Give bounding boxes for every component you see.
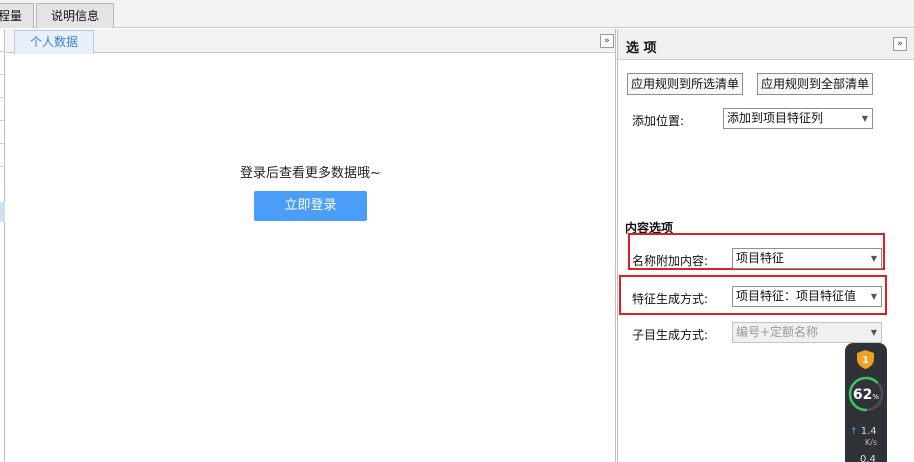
options-header: 选 项 » [618, 29, 914, 60]
shield-badge-count: 1 [862, 355, 869, 366]
gutter-row-line [0, 51, 5, 52]
gutter-selected-row[interactable] [0, 202, 5, 222]
chevron-down-icon: ▼ [870, 292, 877, 301]
speed-unit: K/s [865, 438, 878, 447]
tab-quantity[interactable]: 程量 [0, 3, 34, 28]
add-position-label: 添加位置: [632, 114, 685, 128]
options-title: 选 项 [626, 41, 657, 56]
chevron-down-icon: ▼ [870, 254, 877, 263]
name-append-value: 项目特征 [736, 251, 785, 265]
sub-gen-value: 编号+定额名称 [736, 325, 819, 339]
login-button[interactable]: 立即登录 [254, 191, 367, 221]
apply-rules-all-button[interactable]: 应用规则到全部清单 [757, 73, 873, 95]
name-append-label: 名称附加内容: [632, 254, 709, 268]
gutter-row-line [0, 97, 5, 98]
gauge-percent-value: 62 [852, 387, 873, 403]
feature-gen-select[interactable]: 项目特征：项目特征值 ▼ [732, 286, 882, 307]
add-position-value: 添加到项目特征列 [727, 111, 824, 125]
apply-rules-selected-button[interactable]: 应用规则到所选清单 [627, 73, 743, 95]
tab-personal-data[interactable]: 个人数据 [14, 30, 94, 54]
tab-description-info[interactable]: 说明信息 [36, 3, 114, 28]
chevron-down-icon: ▼ [870, 328, 877, 337]
upload-speed-value: 1.4 [860, 426, 877, 437]
arrow-up-icon: ↑ [850, 427, 858, 437]
name-append-select[interactable]: 项目特征 ▼ [732, 248, 882, 269]
sub-gen-label: 子目生成方式: [632, 328, 709, 342]
sub-gen-select: 编号+定额名称 ▼ [732, 322, 882, 343]
feature-gen-label: 特征生成方式: [632, 292, 709, 306]
feature-gen-value: 项目特征：项目特征值 [736, 289, 857, 303]
gutter-row-line [0, 120, 5, 121]
top-tab-strip: 程量 说明信息 [0, 0, 914, 28]
options-collapse-button[interactable]: » [893, 37, 907, 51]
personal-data-panel: 个人数据 » 登录后查看更多数据哦~ 立即登录 [6, 29, 616, 462]
left-gutter [0, 29, 5, 462]
gutter-row-line [0, 166, 5, 167]
gauge-percent: 62% [845, 387, 887, 403]
network-monitor-widget[interactable]: 1 62% ↑ 1.4 K/s 0.4 [845, 343, 887, 462]
download-speed: 0.4 [860, 454, 876, 462]
chevron-down-icon: ▼ [861, 114, 868, 123]
gutter-row-line [0, 143, 5, 144]
center-collapse-button[interactable]: » [600, 34, 614, 48]
gutter-row-line [0, 74, 5, 75]
upload-speed: ↑ 1.4 [850, 426, 877, 437]
add-position-select[interactable]: 添加到项目特征列 ▼ [723, 108, 873, 129]
shield-icon: 1 [857, 350, 874, 369]
login-prompt-text: 登录后查看更多数据哦~ [240, 166, 381, 181]
center-tab-strip: 个人数据 » [6, 29, 615, 54]
gauge-percent-unit: % [872, 393, 880, 401]
